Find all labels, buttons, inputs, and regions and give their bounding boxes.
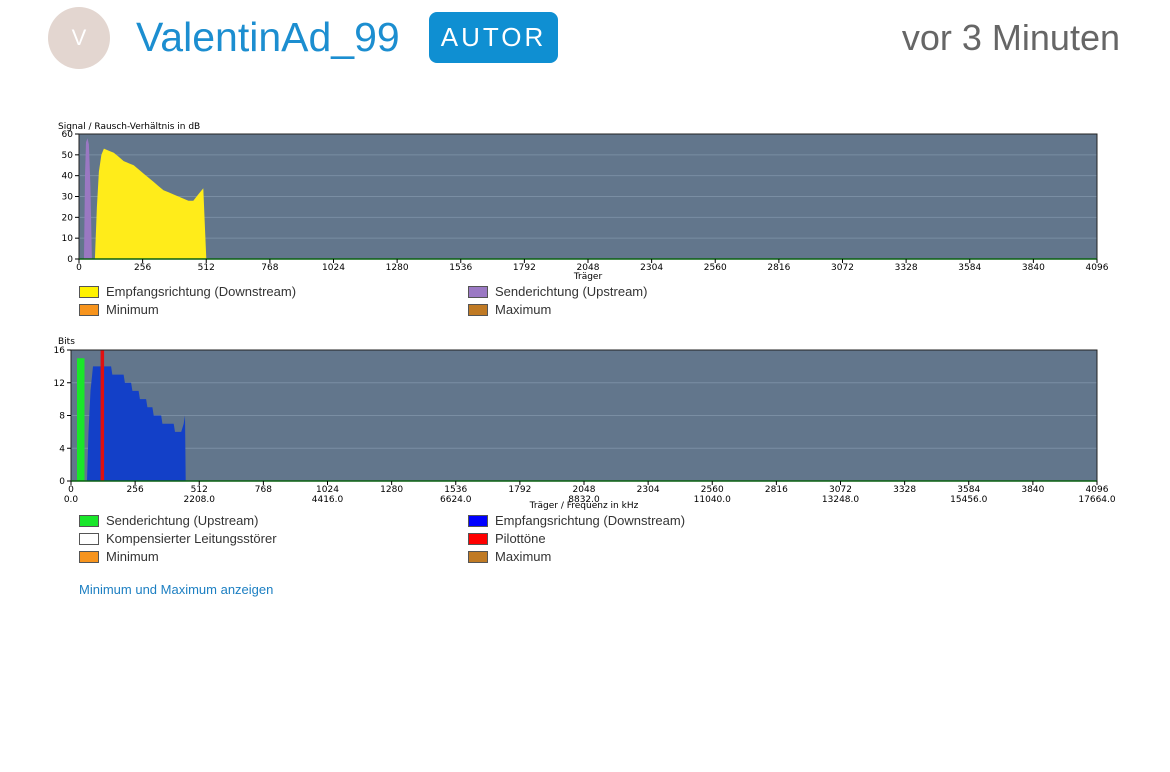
x-tick-label: 512 (191, 485, 208, 495)
legend-swatch (79, 550, 99, 563)
x-axis-label: Träger / Frequenz in kHz (529, 501, 639, 511)
x-tick-label: 0 (68, 485, 74, 495)
x-freq-tick-label: 0.0 (64, 495, 79, 505)
legend-item: Senderichtung (Upstream) (79, 513, 258, 528)
x-tick-label: 1792 (508, 485, 531, 495)
y-axis-label: Bits (58, 337, 75, 347)
y-tick-label: 8 (59, 412, 65, 422)
legend-item: Minimum (79, 549, 159, 564)
x-tick-label: 4096 (1086, 485, 1109, 495)
x-freq-tick-label: 4416.0 (312, 495, 344, 505)
legend-swatch (79, 532, 99, 545)
x-tick-label: 2816 (765, 485, 788, 495)
x-tick-label: 3584 (957, 485, 980, 495)
x-tick-label: 3328 (893, 485, 916, 495)
x-tick-label: 768 (255, 485, 272, 495)
x-tick-label: 2560 (701, 485, 724, 495)
x-tick-label: 3072 (829, 485, 852, 495)
y-tick-label: 12 (54, 379, 65, 389)
x-tick-label: 2048 (573, 485, 596, 495)
legend-label: Kompensierter Leitungsstörer (106, 531, 277, 546)
x-tick-label: 1280 (380, 485, 403, 495)
x-freq-tick-label: 13248.0 (822, 495, 859, 505)
x-freq-tick-label: 6624.0 (440, 495, 472, 505)
legend-label: Senderichtung (Upstream) (106, 513, 259, 528)
x-freq-tick-label: 17664.0 (1078, 495, 1115, 505)
legend-swatch (468, 514, 488, 527)
legend-label: Empfangsrichtung (Downstream) (495, 513, 686, 528)
legend-item: Pilottöne (468, 531, 546, 546)
x-tick-label: 256 (127, 485, 144, 495)
legend-item: Empfangsrichtung (Downstream) (468, 513, 685, 528)
bits-chart: 0 4 8 12 16 0 256 512 768 1024 1280 1536 1792 2048 230… (54, 337, 1116, 511)
x-freq-tick-label: 11040.0 (694, 495, 731, 505)
y-tick-label: 4 (59, 444, 65, 454)
legend-label: Minimum (106, 549, 159, 564)
x-tick-label: 1536 (444, 485, 467, 495)
x-tick-label: 2304 (637, 485, 660, 495)
legend-swatch (468, 532, 488, 545)
x-freq-tick-label: 2208.0 (184, 495, 216, 505)
legend-item: Kompensierter Leitungsstörer (79, 531, 277, 546)
series-area (100, 350, 105, 481)
legend-swatch (79, 514, 99, 527)
y-tick-label: 16 (54, 346, 66, 356)
legend-label: Pilottöne (495, 531, 546, 546)
series-area (77, 358, 85, 481)
legend-swatch (468, 550, 488, 563)
x-tick-label: 1024 (316, 485, 339, 495)
show-min-max-link[interactable]: Minimum und Maximum anzeigen (79, 582, 273, 597)
y-tick-label: 0 (59, 477, 65, 487)
x-tick-label: 3840 (1021, 485, 1044, 495)
legend-item: Maximum (468, 549, 551, 564)
legend-label: Maximum (495, 549, 552, 564)
x-freq-tick-label: 15456.0 (950, 495, 987, 505)
